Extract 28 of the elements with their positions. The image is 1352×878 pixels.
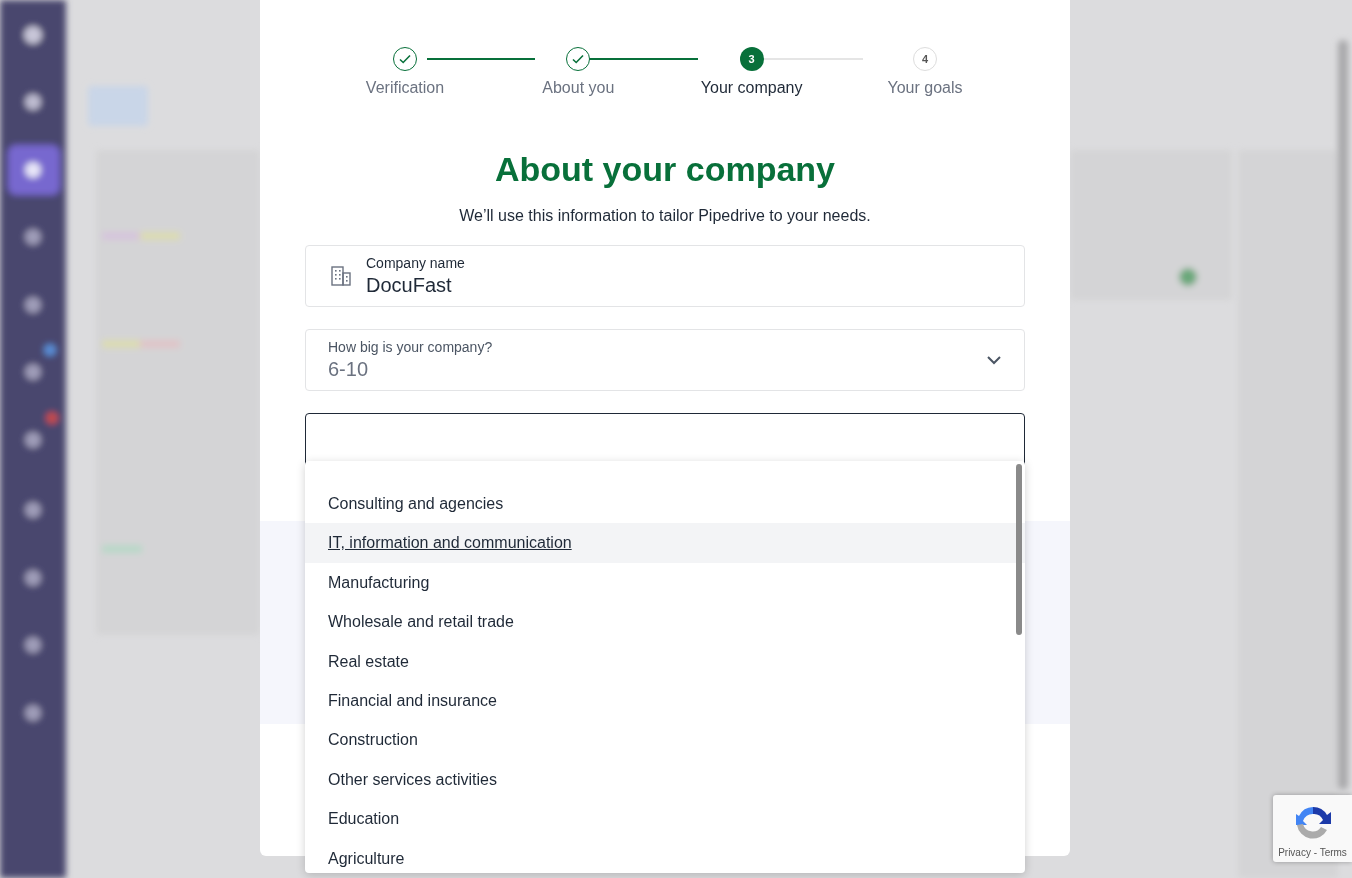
step-label: About you [542, 79, 615, 97]
chevron-down-icon [986, 355, 1002, 365]
select-field[interactable]: How big is your company? 6-10 [305, 329, 1025, 391]
step-label: Your goals [887, 79, 963, 97]
dropdown-option[interactable]: Manufacturing [305, 562, 1025, 603]
dropdown-option[interactable]: Real estate [305, 641, 1025, 681]
field-label: Company name [366, 255, 466, 271]
input-field[interactable]: Company name DocuFast [305, 245, 1025, 307]
field-value: DocuFast [366, 274, 453, 297]
dropdown-option[interactable]: Consulting and agencies [305, 484, 1025, 524]
field-label: How big is your company? [328, 339, 494, 355]
scrollbar-thumb[interactable] [1016, 464, 1022, 635]
step-number: 3 [739, 47, 764, 71]
step-label: Your company [700, 79, 803, 97]
field-value: 6-10 [328, 358, 370, 381]
privacy-terms-link[interactable]: Privacy - Terms [1278, 847, 1347, 858]
dropdown-option[interactable]: IT, information and communication [305, 523, 1025, 563]
subtitle: We’ll use this information to tailor Pipedrive to your needs. [458, 207, 872, 225]
step-label: Verification [365, 79, 445, 97]
dropdown-option[interactable]: Agriculture [305, 838, 1025, 873]
dropdown-option[interactable]: Education [305, 799, 1025, 839]
dropdown-option[interactable]: Financial and insurance [305, 680, 1025, 721]
step-number: 4 [913, 47, 937, 71]
dropdown-option[interactable]: Wholesale and retail trade [305, 602, 1025, 642]
building-icon [330, 265, 352, 287]
dropdown-option[interactable]: Other services activities [305, 759, 1025, 800]
dropdown-option[interactable]: Construction [305, 720, 1025, 760]
page-heading: About your company [494, 149, 836, 189]
